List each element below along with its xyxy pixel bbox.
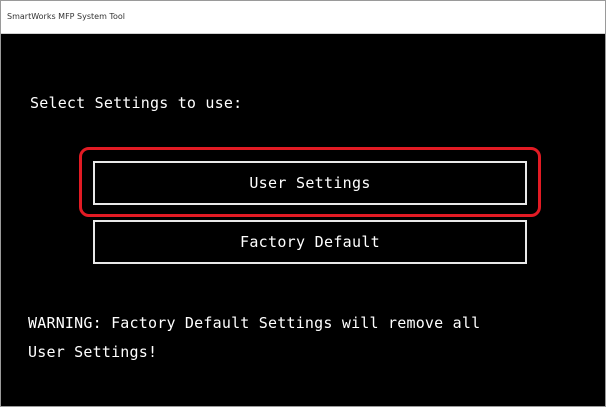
title-bar[interactable]: SmartWorks MFP System Tool bbox=[1, 1, 605, 34]
factory-default-button[interactable]: Factory Default bbox=[93, 220, 527, 264]
app-window: SmartWorks MFP System Tool Select Settin… bbox=[0, 0, 606, 407]
user-settings-button[interactable]: User Settings bbox=[93, 161, 527, 205]
select-settings-prompt: Select Settings to use: bbox=[30, 94, 243, 112]
warning-line-1: WARNING: Factory Default Settings will r… bbox=[28, 314, 481, 332]
warning-message: WARNING: Factory Default Settings will r… bbox=[28, 309, 588, 367]
main-panel: Select Settings to use: User Settings Fa… bbox=[1, 34, 605, 406]
window-title: SmartWorks MFP System Tool bbox=[7, 12, 125, 21]
warning-line-2: User Settings! bbox=[28, 343, 158, 361]
